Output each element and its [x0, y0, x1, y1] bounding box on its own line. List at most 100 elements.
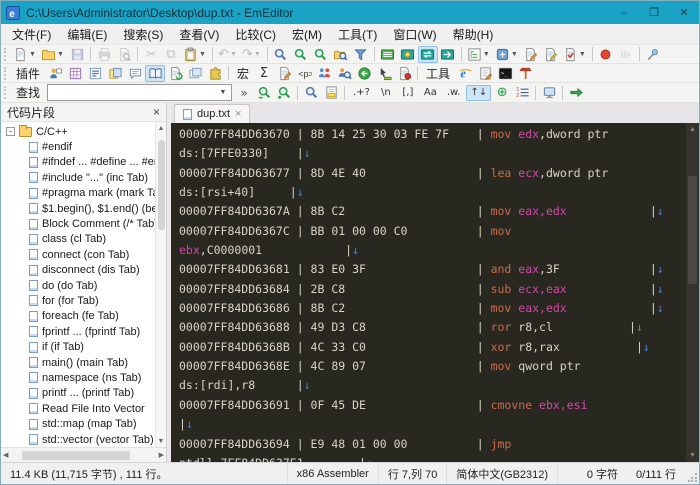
- plugin-manager-icon[interactable]: [205, 65, 225, 82]
- scroll-down-icon[interactable]: ▼: [158, 435, 165, 447]
- find-option-w[interactable]: .w.: [443, 85, 465, 101]
- menu-tools[interactable]: 工具(T): [330, 24, 385, 45]
- menu-compare[interactable]: 比较(C): [227, 24, 284, 45]
- tool-command-prompt-icon[interactable]: >_: [495, 65, 515, 82]
- save-icon[interactable]: [67, 46, 87, 63]
- tree-item[interactable]: std::vector (vector Tab): [1, 432, 155, 447]
- scrollbar-thumb[interactable]: [688, 176, 697, 284]
- tree-item[interactable]: #ifndef ... #define ... #en: [1, 155, 155, 170]
- status-syntax[interactable]: x86 Assembler: [286, 463, 378, 484]
- maximize-button[interactable]: ❐: [639, 1, 669, 24]
- macro-select-tool-icon[interactable]: [374, 65, 394, 82]
- plugin-html-bar-icon[interactable]: [65, 65, 85, 82]
- edit-configuration-icon[interactable]: [521, 46, 541, 63]
- toolbar-grip[interactable]: [4, 47, 8, 61]
- plugin-comment-icon[interactable]: [125, 65, 145, 82]
- menu-file[interactable]: 文件(F): [4, 24, 59, 45]
- dropdown-arrow-icon[interactable]: ▼: [253, 51, 262, 58]
- tree-item[interactable]: printf ... (printf Tab): [1, 386, 155, 401]
- tab-dup-txt[interactable]: dup.txt ×: [174, 104, 251, 123]
- sync-scroll-icon[interactable]: [417, 45, 438, 63]
- highlight-all-icon[interactable]: [321, 84, 341, 101]
- redo-icon[interactable]: ↷ ▼: [240, 46, 264, 63]
- tree-item[interactable]: Block Comment (/* Tab): [1, 216, 155, 231]
- macro-users-icon[interactable]: [314, 65, 334, 82]
- find-previous-button-icon[interactable]: [274, 84, 294, 101]
- record-macro-icon[interactable]: [596, 46, 616, 63]
- dropdown-arrow-icon[interactable]: ▼: [482, 51, 491, 58]
- tree-item[interactable]: foreach (fe Tab): [1, 309, 155, 324]
- macro-back-icon[interactable]: [354, 65, 374, 82]
- tree-item[interactable]: fprintf ... (fprintf Tab): [1, 324, 155, 339]
- minimize-button[interactable]: –: [609, 1, 639, 24]
- tool-internet-explorer-icon[interactable]: e: [455, 65, 475, 82]
- menu-search[interactable]: 搜索(S): [115, 24, 171, 45]
- macro-inspect-icon[interactable]: [334, 65, 354, 82]
- validate-document-icon[interactable]: ▼: [561, 46, 589, 63]
- scrollbar-thumb[interactable]: [22, 450, 131, 460]
- tree-item[interactable]: #include "..." (inc Tab): [1, 170, 155, 185]
- tree-root-folder[interactable]: - C/C++: [1, 124, 155, 139]
- find-previous-icon[interactable]: [311, 46, 331, 63]
- tree-item[interactable]: connect (con Tab): [1, 247, 155, 262]
- number-list-icon[interactable]: 12: [512, 84, 532, 101]
- find-option-Aa[interactable]: Aa: [420, 85, 441, 101]
- open-file-icon[interactable]: ▼: [39, 46, 67, 63]
- menu-help[interactable]: 帮助(H): [445, 24, 502, 45]
- compare-options-icon[interactable]: [398, 46, 418, 63]
- resize-grip[interactable]: [685, 463, 699, 484]
- plugin-word-complete-icon[interactable]: [105, 65, 125, 82]
- cut-icon[interactable]: ✂: [141, 46, 161, 63]
- go-next-icon[interactable]: [566, 84, 586, 101]
- find-input[interactable]: ▼: [47, 84, 233, 101]
- tree-item[interactable]: main() (main Tab): [1, 355, 155, 370]
- print-preview-icon[interactable]: [114, 46, 134, 63]
- editor-vertical-scrollbar[interactable]: ▲ ▼: [686, 123, 699, 462]
- tree-item[interactable]: disconnect (dis Tab): [1, 263, 155, 278]
- find-option-[interactable]: [,]: [398, 85, 418, 101]
- filter-icon[interactable]: [351, 46, 371, 63]
- find-in-files-icon[interactable]: [331, 46, 351, 63]
- dropdown-arrow-icon[interactable]: ▼: [578, 51, 587, 58]
- find-next-button-icon[interactable]: [254, 84, 274, 101]
- snippets-panel-close-icon[interactable]: ×: [153, 106, 160, 118]
- tree-item[interactable]: std::map (map Tab): [1, 416, 155, 431]
- toolbar-grip[interactable]: [4, 66, 8, 80]
- tree-item[interactable]: $1.begin(), $1.end() (be: [1, 201, 155, 216]
- menu-macros[interactable]: 宏(M): [284, 24, 330, 45]
- dropdown-arrow-icon[interactable]: ▼: [510, 51, 519, 58]
- compare-documents-icon[interactable]: [378, 46, 398, 63]
- find-option-[interactable]: .+?: [349, 85, 374, 101]
- toolbar-grip[interactable]: [4, 86, 8, 99]
- undo-icon[interactable]: ↶ ▼: [216, 46, 240, 63]
- macro-sum-icon[interactable]: Σ: [254, 65, 274, 82]
- print-icon[interactable]: [94, 46, 114, 63]
- tree-item[interactable]: #pragma mark (mark Tab): [1, 186, 155, 201]
- toolbar-overflow-icon[interactable]: »: [234, 84, 254, 101]
- scrollbar-thumb[interactable]: [157, 140, 165, 230]
- status-cursor-position[interactable]: 行 7,列 70: [377, 463, 447, 484]
- status-encoding[interactable]: 简体中文(GB2312): [446, 463, 557, 484]
- dropdown-arrow-icon[interactable]: ▼: [56, 51, 65, 58]
- scroll-up-icon[interactable]: ▲: [689, 123, 696, 136]
- macro-edit-icon[interactable]: [274, 65, 294, 82]
- scroll-up-icon[interactable]: ▲: [158, 122, 165, 134]
- plugin-snippets-icon[interactable]: [145, 64, 166, 82]
- find-all-icon[interactable]: [301, 84, 321, 101]
- paste-icon[interactable]: ▼: [181, 46, 209, 63]
- tool-customize-icon[interactable]: [515, 65, 535, 82]
- scroll-right-icon[interactable]: ▶: [159, 449, 164, 461]
- scroll-down-icon[interactable]: ▼: [689, 449, 696, 462]
- pin-icon[interactable]: [643, 46, 663, 63]
- macro-breakpoint-icon[interactable]: [394, 65, 414, 82]
- find-icon[interactable]: [271, 46, 291, 63]
- menu-edit[interactable]: 编辑(E): [59, 24, 115, 45]
- run-macro-icon[interactable]: [616, 46, 636, 63]
- find-next-icon[interactable]: [291, 46, 311, 63]
- tree-item[interactable]: namespace (ns Tab): [1, 370, 155, 385]
- new-file-icon[interactable]: ▼: [11, 46, 39, 63]
- dropdown-arrow-icon[interactable]: ▼: [28, 51, 37, 58]
- macro-html-tag-icon[interactable]: <p>: [294, 65, 314, 82]
- match-whole-icon[interactable]: ⊕: [492, 84, 512, 101]
- editor-text-area[interactable]: 00007FF84DD63670 | 8B 14 25 30 03 FE 7F …: [171, 123, 686, 462]
